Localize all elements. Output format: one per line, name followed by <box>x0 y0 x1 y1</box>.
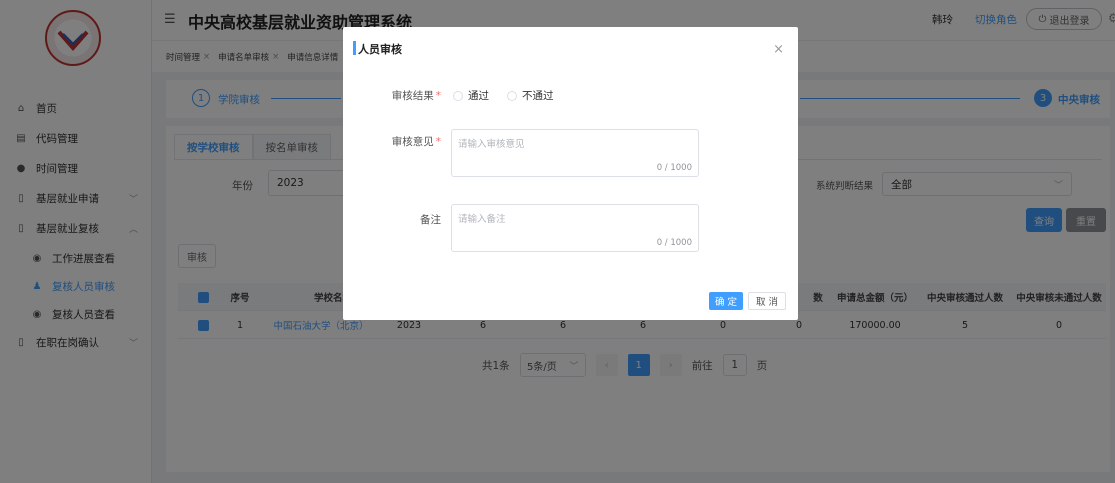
radio-label: 通过 <box>468 90 489 102</box>
radio-circle-icon <box>507 90 517 101</box>
required-mark: * <box>435 90 441 102</box>
result-label: 审核结果 * <box>353 88 441 103</box>
opinion-placeholder: 请输入审核意见 <box>458 139 525 150</box>
cancel-button[interactable]: 取 消 <box>748 292 786 310</box>
remark-textarea[interactable]: 请输入备注 0 / 1000 <box>451 204 699 252</box>
dialog-title: 人员审核 <box>358 43 402 56</box>
opinion-label-text: 审核意见 <box>391 136 434 148</box>
remark-placeholder: 请输入备注 <box>458 214 506 225</box>
opinion-char-count: 0 / 1000 <box>656 163 692 173</box>
radio-pass[interactable]: 通过 <box>453 88 489 103</box>
opinion-label: 审核意见 * <box>353 134 441 149</box>
remark-label-text: 备注 <box>420 214 441 226</box>
reviewer-audit-dialog: 人员审核 × 审核结果 * 通过 不通过 审核意见 * 请输入审核意见 0 / 10… <box>343 27 798 320</box>
result-label-text: 审核结果 <box>391 90 434 102</box>
remark-label: 备注 <box>353 212 441 227</box>
opinion-textarea[interactable]: 请输入审核意见 0 / 1000 <box>451 129 699 177</box>
confirm-button[interactable]: 确 定 <box>709 292 743 310</box>
remark-char-count: 0 / 1000 <box>656 238 692 248</box>
close-icon[interactable]: × <box>773 42 784 57</box>
radio-fail[interactable]: 不通过 <box>507 88 554 103</box>
required-mark: * <box>435 136 441 148</box>
radio-circle-icon <box>453 90 463 101</box>
title-accent-bar <box>353 41 356 55</box>
radio-label: 不通过 <box>522 90 554 102</box>
